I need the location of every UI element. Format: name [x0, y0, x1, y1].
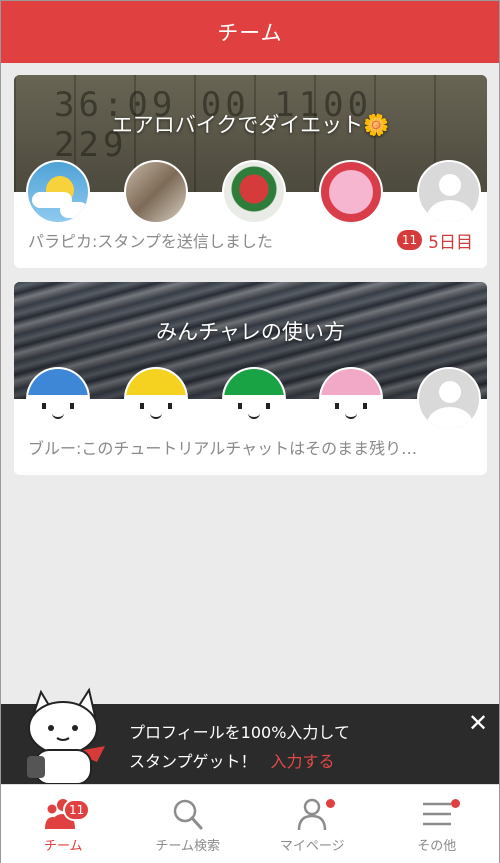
profile-promo-banner[interactable]: プロフィールを100%入力して スタンプゲット！ 入力する ✕: [1, 687, 499, 784]
app-header: チーム: [1, 1, 499, 63]
member-avatar[interactable]: [26, 367, 90, 431]
menu-icon: [422, 802, 451, 826]
member-avatar[interactable]: [26, 160, 90, 224]
search-icon: [173, 799, 203, 830]
tab-label: チーム検索: [155, 839, 221, 854]
tab-team[interactable]: 11 チーム: [1, 785, 126, 863]
promo-input-link[interactable]: 入力する: [271, 748, 335, 772]
member-avatars: [26, 367, 481, 433]
last-message: パラピカ:スタンプを送信しました: [28, 232, 273, 251]
page-title: チーム: [217, 21, 283, 45]
team-title: みんチャレの使い方: [156, 320, 345, 344]
member-avatar[interactable]: [319, 367, 384, 431]
mascot-cat-icon: [27, 687, 105, 784]
notification-dot: [326, 799, 335, 808]
team-card[interactable]: みんチャレの使い方 ブルー:このチュートリアルチャットはそのまま残り…: [14, 282, 487, 475]
member-avatars: [26, 160, 481, 226]
member-avatar[interactable]: [221, 160, 286, 224]
team-footer: パラピカ:スタンプを送信しました 11 5日目: [28, 228, 473, 253]
last-message: ブルー:このチュートリアルチャットはそのまま残り…: [28, 439, 418, 458]
promo-text: プロフィールを100%入力して: [129, 723, 350, 742]
member-avatar[interactable]: [221, 367, 286, 431]
member-avatar[interactable]: [123, 160, 188, 224]
person-icon: [298, 798, 327, 831]
day-label: 5日目: [428, 232, 473, 253]
notification-dot: [450, 799, 460, 808]
team-footer: ブルー:このチュートリアルチャットはそのまま残り…: [28, 435, 473, 459]
promo-text: スタンプゲット！: [129, 752, 257, 771]
close-icon[interactable]: ✕: [467, 711, 489, 735]
tab-others[interactable]: その他: [375, 785, 500, 863]
tab-my-page[interactable]: マイページ: [250, 785, 375, 863]
unread-badge: 11: [396, 230, 423, 250]
member-avatar[interactable]: [123, 367, 188, 431]
empty-member-avatar: [417, 160, 481, 224]
tab-label: その他: [417, 839, 457, 854]
tab-label: マイページ: [279, 839, 345, 854]
bottom-tab-bar: 11 チーム チーム検索 マイページ その他: [1, 784, 499, 863]
member-avatar[interactable]: [319, 160, 384, 224]
tab-label: チーム: [43, 839, 83, 854]
promo-text-row: スタンプゲット！ 入力する: [129, 748, 335, 772]
team-card[interactable]: 36:09 00 1100 229 エアロバイクでダイエット🌼 パラピカ:スタン…: [14, 75, 487, 268]
team-unread-badge: 11: [63, 799, 91, 821]
empty-member-avatar: [417, 367, 481, 431]
tab-team-search[interactable]: チーム検索: [126, 785, 251, 863]
team-meta: 11 5日目: [396, 228, 473, 253]
team-title: エアロバイクでダイエット🌼: [111, 113, 390, 137]
